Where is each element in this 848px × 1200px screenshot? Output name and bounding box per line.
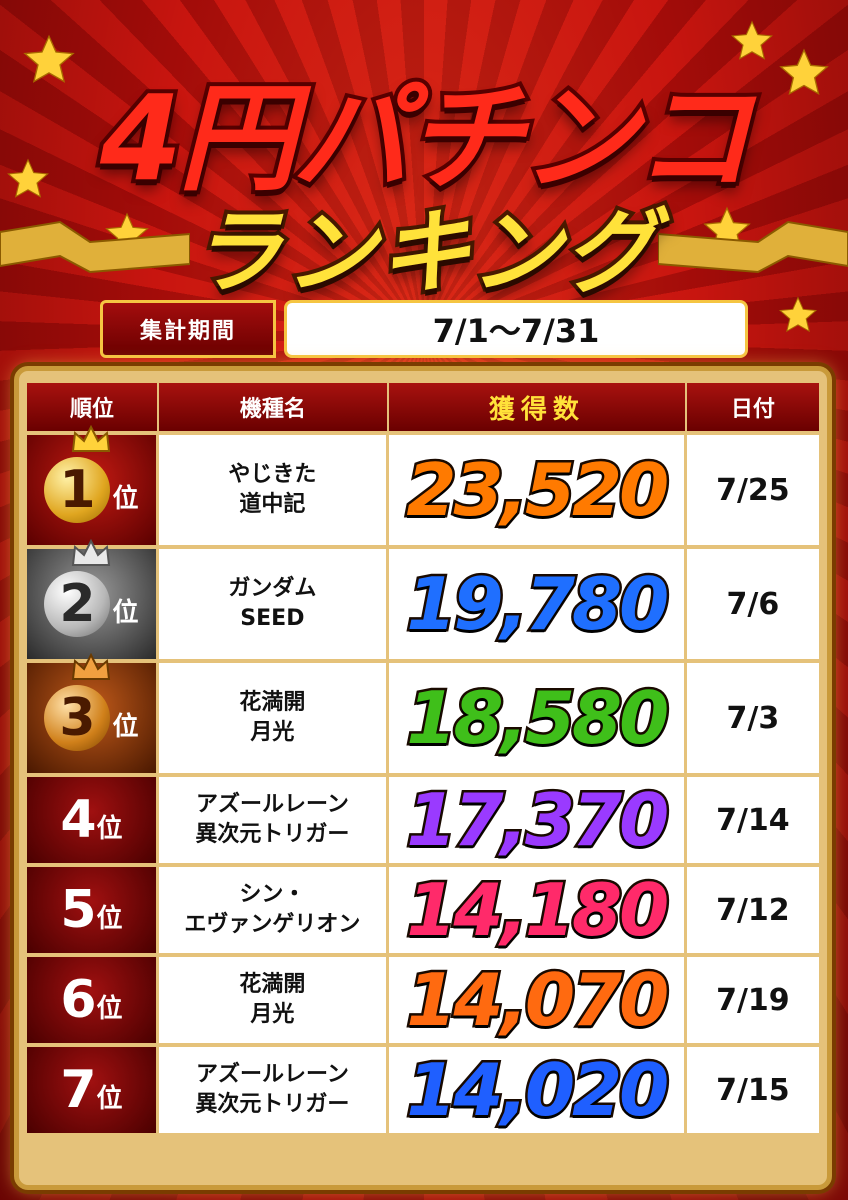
rank-cell: 4位: [27, 777, 159, 863]
column-header-score: 獲得数: [388, 383, 687, 431]
machine-name-line2: SEED: [240, 606, 305, 631]
rank-number: 7: [60, 1060, 97, 1120]
rank-number: 3: [44, 685, 111, 751]
rank-suffix: 位: [96, 904, 123, 934]
machine-name-line1: 花満開: [239, 690, 306, 716]
table-row: 4位 アズールレーン 異次元トリガー 17,370 7/14: [27, 776, 819, 865]
crown-icon: [72, 425, 111, 452]
rank-cell: 3 位: [27, 653, 159, 773]
rank-suffix: 位: [112, 484, 139, 514]
machine-name-line1: アズールレーン: [195, 792, 349, 818]
score-value: 14,070: [404, 956, 672, 1045]
score-cell: 18,580: [388, 663, 687, 773]
score-cell: 19,780: [388, 549, 687, 659]
rank-number: 2: [44, 571, 111, 637]
date-cell: 7/15: [686, 1047, 819, 1133]
machine-cell: アズールレーン 異次元トリガー: [158, 1047, 389, 1133]
machine-name-line1: シン・: [239, 882, 306, 908]
rank-suffix: 位: [112, 598, 139, 628]
machine-name-line2: 異次元トリガー: [195, 822, 350, 847]
score-cell: 14,180: [388, 866, 687, 955]
machine-cell: 花満開 月光: [158, 957, 389, 1043]
score-value: 14,020: [404, 1046, 672, 1135]
machine-name-line2: 月光: [250, 1002, 295, 1027]
rank-suffix: 位: [112, 712, 139, 742]
table-header-row: 順位 機種名 獲得数 日付: [27, 383, 819, 431]
rank-cell: 2 位: [27, 539, 159, 659]
rank-cell: 5位: [27, 867, 159, 953]
machine-name-line1: ガンダム: [228, 576, 317, 602]
machine-name-line1: やじきた: [228, 462, 317, 488]
date-cell: 7/3: [686, 663, 819, 773]
table-row: 3 位 花満開 月光 18,580 7/3: [27, 653, 819, 773]
machine-cell: ガンダム SEED: [158, 549, 389, 659]
gold-medal-icon: 1 位: [44, 425, 139, 523]
score-value: 23,520: [404, 446, 672, 535]
rank-number: 5: [60, 880, 97, 940]
table-row: 1 位 やじきた 道中記 23,520 7/25: [27, 425, 819, 545]
date-cell: 7/14: [686, 777, 819, 863]
rank-cell: 6位: [27, 957, 159, 1043]
score-cell: 14,070: [388, 956, 687, 1045]
table-row: 7位 アズールレーン 異次元トリガー 14,020 7/15: [27, 1046, 819, 1135]
table-row: 6位 花満開 月光 14,070 7/19: [27, 956, 819, 1045]
machine-cell: 花満開 月光: [158, 663, 389, 773]
date-cell: 7/6: [686, 549, 819, 659]
rank-number: 4: [60, 790, 97, 850]
date-cell: 7/12: [686, 867, 819, 953]
table-row: 5位 シン・ エヴァンゲリオン 14,180 7/12: [27, 866, 819, 955]
crown-icon: [72, 539, 111, 566]
rank-number: 1: [44, 457, 111, 523]
rank-number: 6: [60, 970, 97, 1030]
date-cell: 7/25: [686, 435, 819, 545]
score-value: 14,180: [404, 866, 672, 955]
title-line2: ランキング: [186, 195, 659, 310]
machine-cell: シン・ エヴァンゲリオン: [158, 867, 389, 953]
period-bar: 集計期間 7/1〜7/31: [100, 300, 748, 358]
score-cell: 14,020: [388, 1046, 687, 1135]
score-cell: 23,520: [388, 435, 687, 545]
silver-medal-icon: 2 位: [44, 539, 139, 637]
ranking-board: 順位 機種名 獲得数 日付 1 位 やじきた 道中記 23,520 7/25 2…: [14, 366, 832, 1190]
rank-suffix: 位: [96, 994, 123, 1024]
score-value: 18,580: [404, 674, 672, 763]
score-value: 19,780: [404, 560, 672, 649]
machine-cell: やじきた 道中記: [158, 435, 389, 545]
rank-suffix: 位: [96, 814, 123, 844]
machine-name-line1: アズールレーン: [195, 1062, 349, 1088]
machine-name-line2: 道中記: [239, 492, 306, 517]
rank-cell: 7位: [27, 1047, 159, 1133]
bronze-medal-icon: 3 位: [44, 653, 139, 751]
period-label: 集計期間: [100, 300, 276, 358]
machine-name-line2: 月光: [250, 720, 295, 745]
column-header-machine: 機種名: [158, 383, 389, 431]
column-header-rank: 順位: [27, 383, 159, 431]
machine-name-line2: エヴァンゲリオン: [184, 912, 361, 937]
date-cell: 7/19: [686, 957, 819, 1043]
rank-suffix: 位: [96, 1084, 123, 1114]
rank-cell: 1 位: [27, 425, 159, 545]
score-value: 17,370: [404, 776, 672, 865]
crown-icon: [72, 653, 111, 680]
ranking-table: 順位 機種名 獲得数 日付 1 位 やじきた 道中記 23,520 7/25 2…: [27, 379, 819, 1137]
period-value: 7/1〜7/31: [284, 300, 748, 358]
table-row: 2 位 ガンダム SEED 19,780 7/6: [27, 539, 819, 659]
machine-name-line1: 花満開: [239, 972, 306, 998]
machine-name-line2: 異次元トリガー: [195, 1092, 350, 1117]
score-cell: 17,370: [388, 776, 687, 865]
column-header-date: 日付: [686, 383, 819, 431]
machine-cell: アズールレーン 異次元トリガー: [158, 777, 389, 863]
